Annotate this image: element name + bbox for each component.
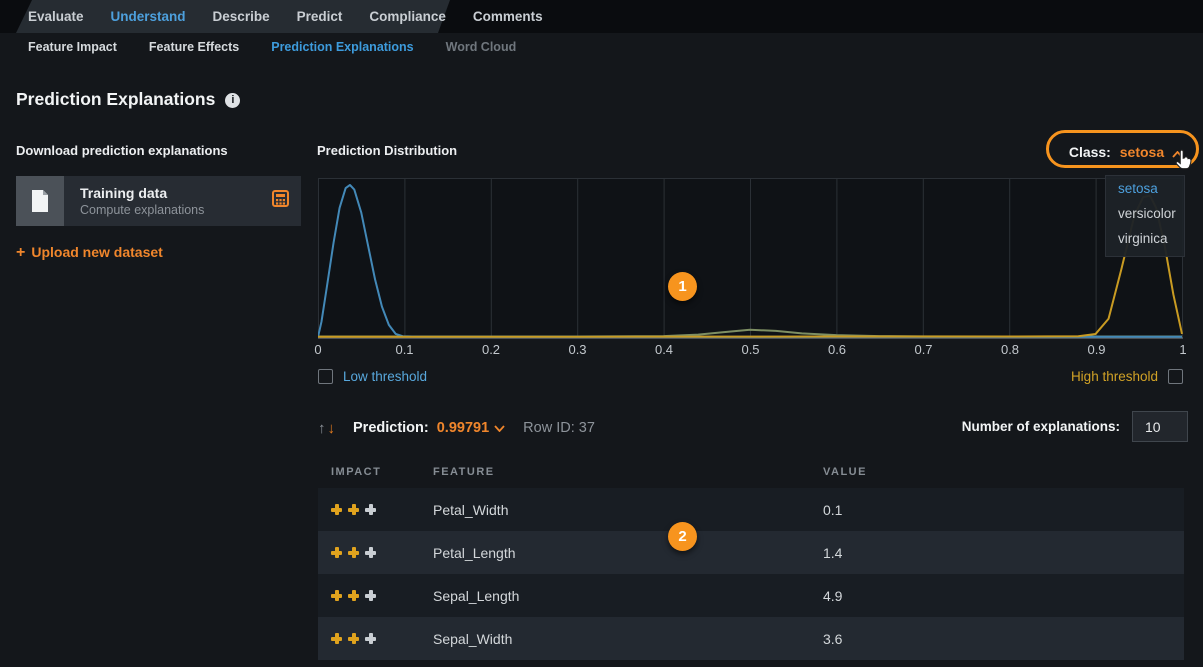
feature-value: 4.9 — [823, 588, 1184, 604]
prediction-distribution-plot[interactable] — [318, 178, 1183, 338]
training-data-text: Training data Compute explanations — [64, 185, 272, 217]
plus-icon — [365, 633, 376, 644]
sort-descending-icon[interactable]: ↓ — [328, 420, 336, 437]
high-threshold-label: High threshold — [1071, 369, 1158, 384]
x-tick-label: 0 — [314, 342, 321, 357]
chart-title: Prediction Distribution — [317, 143, 457, 158]
upload-new-dataset-link[interactable]: +Upload new dataset — [16, 244, 163, 262]
prediction-label: Prediction: — [353, 420, 429, 436]
high-threshold-control[interactable]: High threshold — [1071, 369, 1183, 384]
download-heading: Download prediction explanations — [16, 143, 228, 158]
dropdown-option-versicolor[interactable]: versicolor — [1106, 201, 1184, 226]
info-icon[interactable]: i — [225, 93, 240, 108]
header-feature: FEATURE — [433, 466, 823, 478]
x-tick-label: 0.3 — [568, 342, 586, 357]
compute-calculator-icon[interactable] — [272, 190, 289, 212]
page-title: Prediction Explanationsi — [16, 89, 240, 110]
impact-plus-icons — [318, 633, 433, 644]
feature-name: Sepal_Length — [433, 588, 823, 604]
plus-icon — [365, 504, 376, 515]
dropdown-option-virginica[interactable]: virginica — [1106, 226, 1184, 251]
number-of-explanations-control: Number of explanations: — [962, 411, 1188, 442]
tab-understand[interactable]: Understand — [111, 9, 186, 24]
header-impact: IMPACT — [318, 466, 433, 478]
table-row[interactable]: Sepal_Width 3.6 — [318, 617, 1184, 660]
annotation-badge-1: 1 — [668, 272, 697, 301]
plus-icon — [348, 633, 359, 644]
feature-name: Petal_Width — [433, 502, 823, 518]
subtab-feature-effects[interactable]: Feature Effects — [149, 40, 239, 54]
sub-nav: Feature Impact Feature Effects Predictio… — [28, 33, 516, 61]
plus-icon — [331, 504, 342, 515]
plus-icon — [348, 504, 359, 515]
prediction-explanations-screen: Evaluate Understand Describe Predict Com… — [0, 0, 1203, 667]
x-tick-label: 1 — [1179, 342, 1186, 357]
subtab-feature-impact[interactable]: Feature Impact — [28, 40, 117, 54]
tab-predict[interactable]: Predict — [297, 9, 343, 24]
training-data-card[interactable]: Training data Compute explanations — [16, 176, 301, 226]
x-tick-label: 0.8 — [1001, 342, 1019, 357]
prediction-bar: ↑ ↓ Prediction: 0.99791 Row ID: 37 — [318, 416, 595, 440]
chevron-up-icon — [1172, 151, 1183, 158]
high-threshold-checkbox[interactable] — [1168, 369, 1183, 384]
x-tick-label: 0.7 — [914, 342, 932, 357]
file-icon — [16, 176, 64, 226]
table-header-row: IMPACT FEATURE VALUE — [318, 455, 1184, 488]
low-threshold-label: Low threshold — [343, 369, 427, 384]
header-value: VALUE — [823, 466, 1184, 478]
explanations-count-label: Number of explanations: — [962, 419, 1120, 434]
class-label: Class: — [1069, 144, 1111, 160]
subtab-prediction-explanations[interactable]: Prediction Explanations — [271, 40, 413, 54]
x-tick-label: 0.6 — [828, 342, 846, 357]
plus-icon — [348, 547, 359, 558]
x-tick-label: 0.2 — [482, 342, 500, 357]
explanations-count-input[interactable] — [1132, 411, 1188, 442]
tab-evaluate[interactable]: Evaluate — [28, 9, 84, 24]
explanations-table: IMPACT FEATURE VALUE Petal_Width 0.1 Pet… — [318, 455, 1184, 660]
sort-ascending-icon[interactable]: ↑ — [318, 420, 326, 437]
feature-value: 0.1 — [823, 502, 1184, 518]
row-id-label: Row ID: 37 — [523, 420, 595, 436]
low-threshold-checkbox[interactable] — [318, 369, 333, 384]
x-tick-label: 0.9 — [1087, 342, 1105, 357]
plus-icon — [365, 547, 376, 558]
subtab-word-cloud: Word Cloud — [446, 40, 517, 54]
feature-name: Petal_Length — [433, 545, 823, 561]
plus-icon — [331, 633, 342, 644]
low-threshold-control[interactable]: Low threshold — [318, 369, 427, 384]
x-tick-label: 0.5 — [741, 342, 759, 357]
class-selector[interactable]: Class: setosa — [1069, 144, 1183, 160]
dataset-subtitle: Compute explanations — [80, 203, 272, 217]
plus-icon — [365, 590, 376, 601]
tab-comments[interactable]: Comments — [473, 9, 543, 24]
x-axis-labels: 00.10.20.30.40.50.60.70.80.91 — [318, 342, 1183, 358]
dropdown-option-setosa[interactable]: setosa — [1106, 176, 1184, 201]
x-tick-label: 0.4 — [655, 342, 673, 357]
plus-icon — [331, 547, 342, 558]
chevron-down-icon[interactable] — [494, 425, 505, 432]
main-nav: Evaluate Understand Describe Predict Com… — [28, 0, 543, 33]
plus-icon — [348, 590, 359, 601]
feature-value: 1.4 — [823, 545, 1184, 561]
impact-plus-icons — [318, 547, 433, 558]
dataset-title: Training data — [80, 185, 272, 201]
table-row[interactable]: Petal_Length 1.4 — [318, 531, 1184, 574]
distribution-chart-svg — [318, 179, 1183, 339]
impact-plus-icons — [318, 504, 433, 515]
tab-describe[interactable]: Describe — [213, 9, 270, 24]
table-row[interactable]: Sepal_Length 4.9 — [318, 574, 1184, 617]
annotation-badge-2: 2 — [668, 522, 697, 551]
tab-compliance[interactable]: Compliance — [369, 9, 446, 24]
prediction-value[interactable]: 0.99791 — [437, 420, 489, 436]
x-tick-label: 0.1 — [395, 342, 413, 357]
class-dropdown-menu: setosa versicolor virginica — [1105, 175, 1185, 257]
table-row[interactable]: Petal_Width 0.1 — [318, 488, 1184, 531]
class-value: setosa — [1120, 144, 1164, 160]
plus-icon: + — [16, 244, 25, 261]
feature-name: Sepal_Width — [433, 631, 823, 647]
feature-value: 3.6 — [823, 631, 1184, 647]
impact-plus-icons — [318, 590, 433, 601]
plus-icon — [331, 590, 342, 601]
top-bar: Evaluate Understand Describe Predict Com… — [0, 0, 1203, 33]
